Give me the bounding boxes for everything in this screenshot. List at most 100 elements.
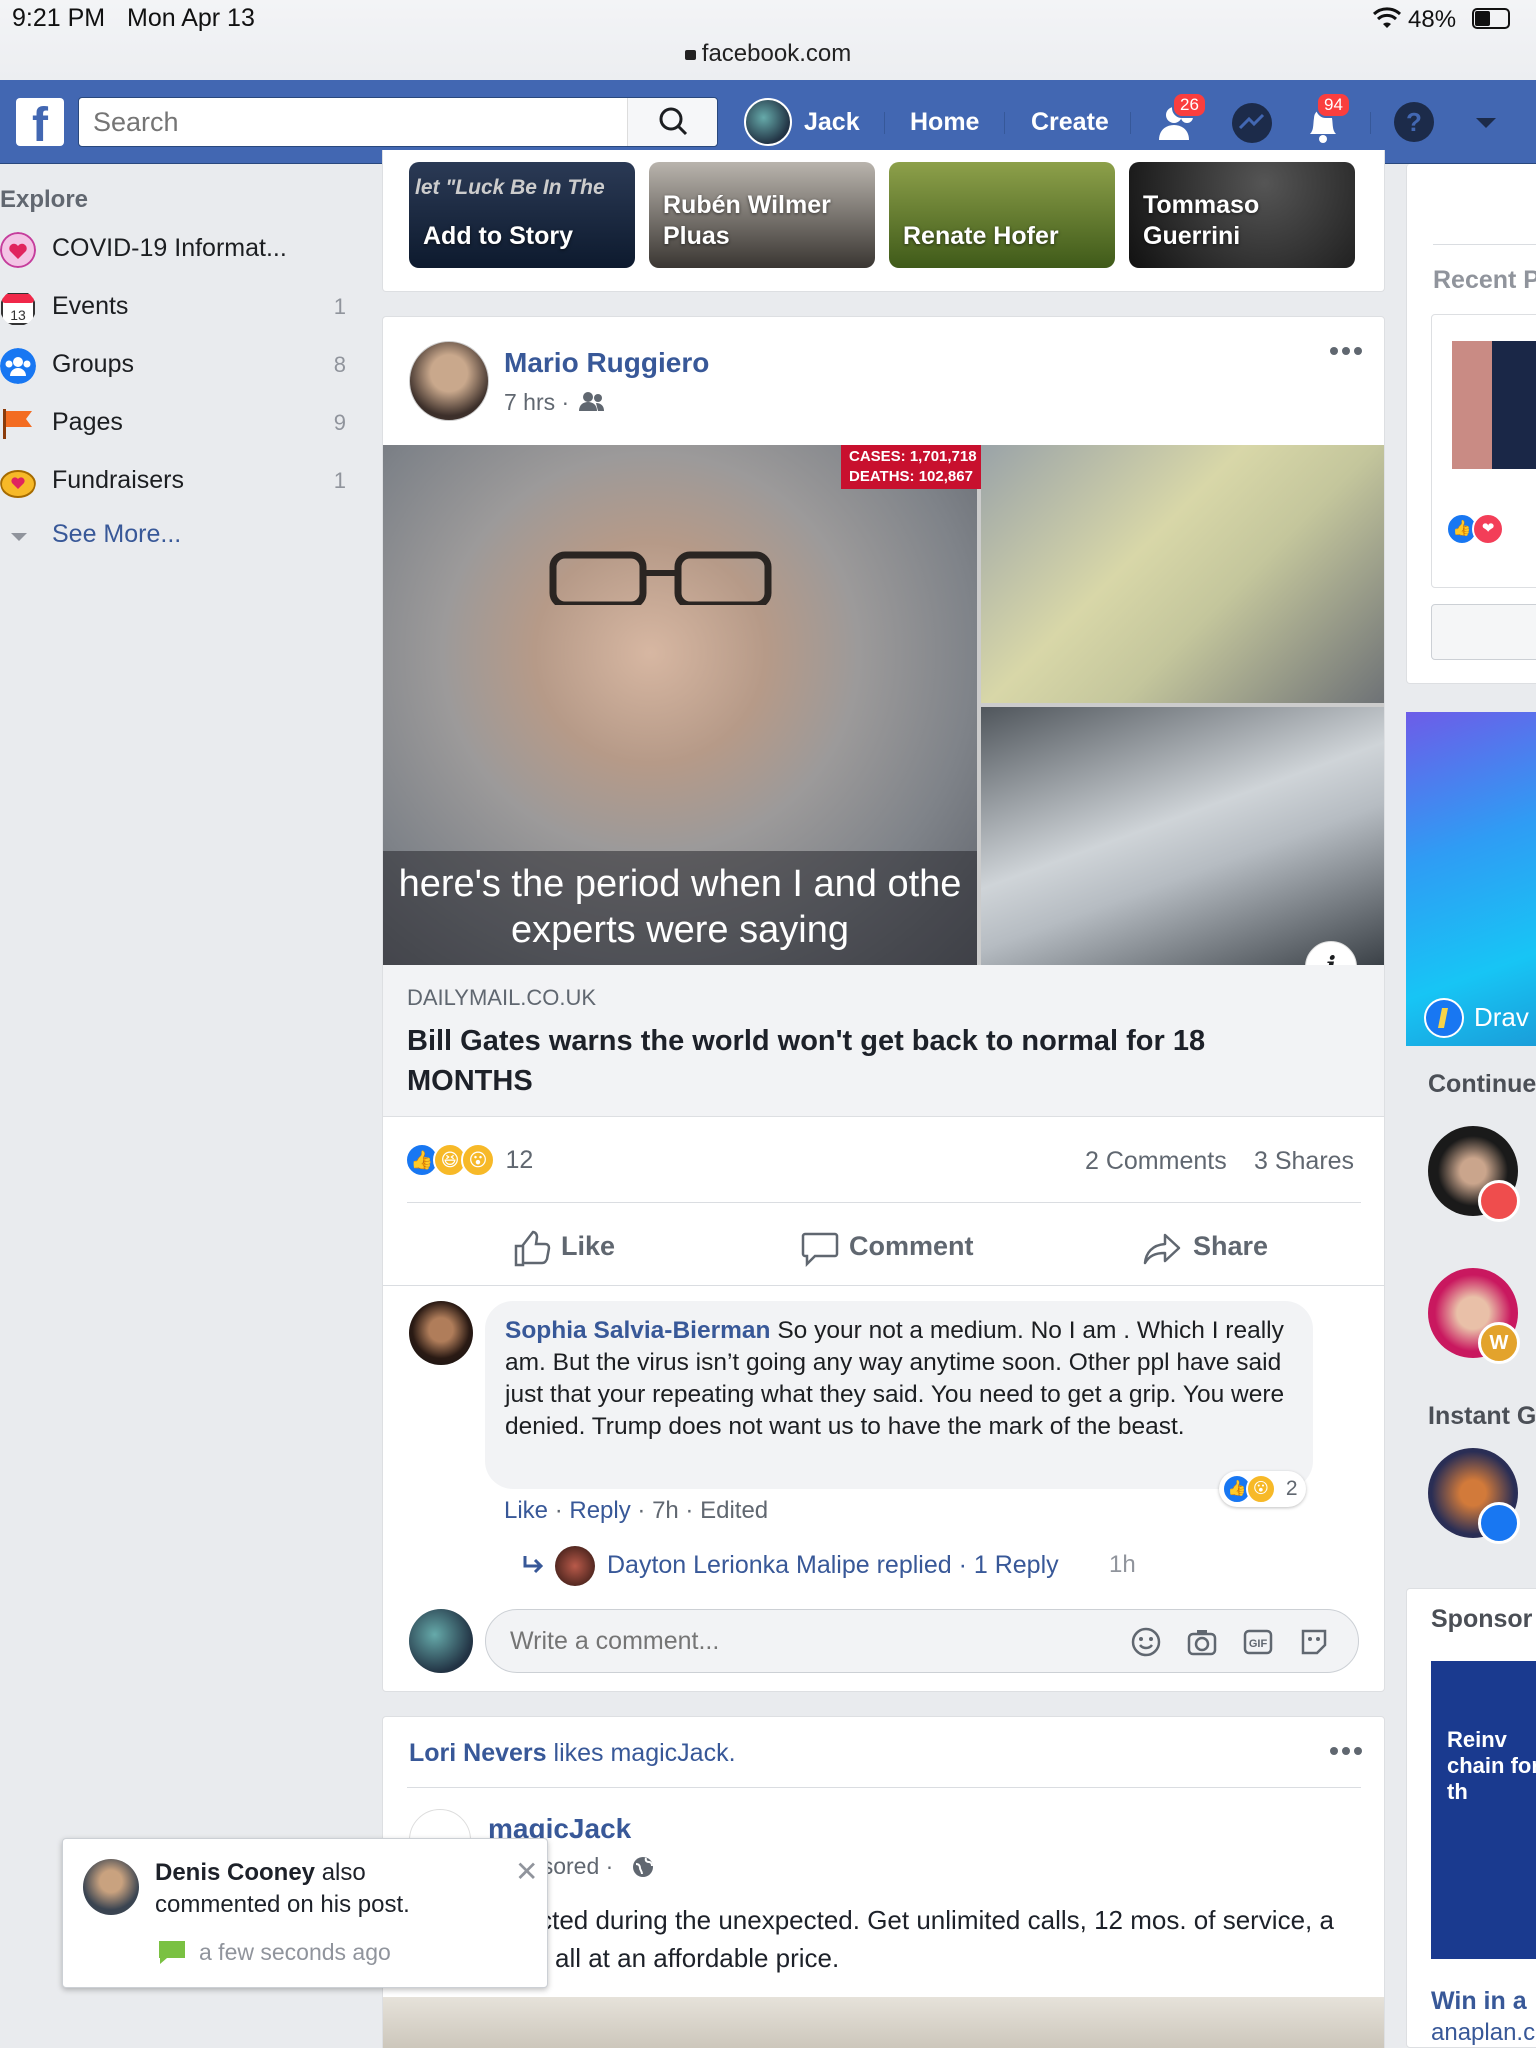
write-comment-field[interactable]: GIF (485, 1609, 1359, 1673)
story-label: Renate Hofer (903, 222, 1059, 250)
sidebar-item-label: Events (52, 292, 129, 320)
story-tommaso[interactable]: Tommaso Guerrini (1129, 162, 1355, 268)
explore-heading: Explore (0, 186, 89, 213)
comment-bubble: Sophia Salvia-Bierman So your not a medi… (485, 1301, 1313, 1489)
recent-post-button[interactable] (1431, 604, 1536, 660)
comment-actions: Like · Reply · 7h · Edited (504, 1497, 769, 1524)
user-avatar[interactable] (744, 98, 792, 146)
reaction-count: 12 (505, 1145, 534, 1174)
reactions-summary[interactable]: 👍 😆 😮 12 (405, 1143, 533, 1183)
notification-text: Denis Cooney also commented on his post. (155, 1857, 455, 1921)
share-label: Share (1193, 1231, 1269, 1261)
story-add[interactable]: let "Luck Be In The Add to Story (409, 162, 635, 268)
sticker-icon[interactable] (1298, 1626, 1330, 1658)
caret-down-icon (1476, 118, 1496, 128)
glasses-shape (549, 551, 772, 605)
status-bar: 9:21 PM Mon Apr 13 facebook.com 48% (0, 0, 1536, 80)
comment-reaction-count: 2 (1285, 1477, 1298, 1500)
nav-home[interactable]: Home (910, 102, 979, 142)
search-icon (659, 107, 688, 136)
likes-text[interactable]: likes magicJack. (554, 1739, 736, 1767)
image-caption: here's the period when I and othe expert… (383, 861, 977, 953)
facebook-logo[interactable]: f (16, 98, 64, 146)
see-more-label: See More... (52, 520, 182, 548)
notification-time: a few seconds ago (199, 1939, 391, 1965)
messenger-icon (1232, 103, 1272, 143)
replier-avatar[interactable] (555, 1546, 595, 1586)
shares-count[interactable]: 3 Shares (1254, 1147, 1354, 1176)
friends-audience-icon (579, 392, 604, 411)
game-banner[interactable]: Drav (1406, 712, 1536, 1046)
story-ruben[interactable]: Rubén Wilmer Pluas (649, 162, 875, 268)
messenger-button[interactable] (1230, 102, 1274, 146)
search-button[interactable] (627, 98, 717, 146)
ad-domain[interactable]: anaplan.c (1431, 2019, 1535, 2047)
post-card: Mario Ruggiero 7 hrs · here's the period… (382, 316, 1385, 1692)
comment-reply-link[interactable]: Reply (569, 1497, 630, 1524)
emoji-icon[interactable] (1130, 1626, 1162, 1658)
ad-image-text: Reinv chain for th (1447, 1727, 1536, 1804)
camera-icon[interactable] (1186, 1626, 1218, 1658)
nav-create[interactable]: Create (1031, 102, 1109, 142)
sponsored-heading: Sponsor (1431, 1605, 1533, 1633)
sidebar-item-fundraisers[interactable]: Fundraisers 1 (0, 458, 350, 508)
comment-notification-icon (159, 1941, 185, 1964)
post-author[interactable]: Mario Ruggiero (504, 347, 709, 379)
gif-icon[interactable]: GIF (1242, 1626, 1274, 1658)
portrait-photo: here's the period when I and othe expert… (383, 445, 977, 965)
story-label: Rubén Wilmer Pluas (663, 191, 831, 250)
post2-body: Stay connected during the unexpected. Ge… (409, 1905, 1334, 1973)
liker-name[interactable]: Lori Nevers (409, 1739, 547, 1767)
comment-like-link[interactable]: Like (504, 1497, 548, 1524)
replies-link[interactable]: Dayton Lerionka Malipe replied · 1 Reply (607, 1551, 1059, 1580)
close-icon[interactable]: ✕ (515, 1858, 538, 1886)
question-icon: ? (1394, 102, 1434, 142)
link-preview-image[interactable]: here's the period when I and othe expert… (383, 445, 1384, 965)
sidebar-item-label: Fundraisers (52, 466, 184, 494)
medical-photo-top (981, 445, 1384, 703)
comment-author[interactable]: Sophia Salvia-Bierman (505, 1317, 771, 1344)
help-button[interactable]: ? (1392, 100, 1436, 144)
notification-toast[interactable]: Denis Cooney also commented on his post.… (62, 1838, 548, 1988)
story-renate[interactable]: Renate Hofer (889, 162, 1115, 268)
right-sidebar: Recent P 👍 ❤ Drav Continue W Instant G S… (1406, 164, 1536, 2048)
reply-arrow-icon (523, 1556, 544, 1574)
search-input[interactable] (93, 106, 623, 138)
search-box[interactable] (78, 97, 718, 147)
link-title: Bill Gates warns the world won't get bac… (407, 1025, 1206, 1097)
recent-heading: Recent P (1433, 266, 1536, 294)
sidebar-item-events[interactable]: 13 Events 1 (0, 284, 350, 334)
wow-reaction-icon: 😮 (1246, 1474, 1276, 1504)
post2-image[interactable] (383, 1997, 1384, 2048)
more-options-icon[interactable] (1328, 345, 1364, 357)
comment-label: Comment (849, 1231, 974, 1261)
comments-count[interactable]: 2 Comments (1085, 1147, 1227, 1176)
flag-icon (3, 409, 32, 439)
image-caption-line2: experts were saying (511, 909, 849, 951)
more-options-icon[interactable] (1328, 1745, 1364, 1757)
account-menu-button[interactable] (1474, 116, 1498, 130)
post-time[interactable]: 7 hrs · (504, 389, 569, 416)
commenter-avatar[interactable] (409, 1301, 473, 1365)
sidebar-item-pages[interactable]: Pages 9 (0, 400, 350, 450)
svg-text:?: ? (1406, 107, 1422, 137)
see-more-link[interactable]: See More... (0, 512, 350, 562)
recent-posts-card: Recent P 👍 ❤ (1406, 164, 1536, 684)
pencil-game-icon-2 (1478, 1502, 1520, 1544)
comment-input[interactable] (510, 1624, 1070, 1658)
nav-profile-jack[interactable]: Jack (804, 102, 860, 142)
notifications-button[interactable]: 94 (1302, 92, 1351, 146)
ad-image[interactable]: Reinv chain for th (1431, 1661, 1536, 1959)
svg-text:GIF: GIF (1249, 1638, 1268, 1650)
recent-post-item[interactable]: 👍 ❤ (1431, 314, 1536, 588)
friend-requests-button[interactable]: 26 (1156, 92, 1207, 144)
coin-icon (0, 470, 36, 498)
link-preview-info[interactable]: DAILYMAIL.CO.UK Bill Gates warns the wor… (383, 965, 1384, 1117)
sidebar-item-covid[interactable]: COVID-19 Informat... (0, 226, 350, 276)
author-avatar[interactable] (409, 341, 489, 421)
comment-reactions[interactable]: 👍 😮 2 (1219, 1471, 1306, 1507)
address-bar[interactable]: facebook.com (0, 40, 1536, 68)
ad-title[interactable]: Win in a (1431, 1987, 1527, 2016)
sidebar-item-groups[interactable]: Groups 8 (0, 342, 350, 392)
cases-label: CASES: 1,701,718 (849, 448, 977, 465)
